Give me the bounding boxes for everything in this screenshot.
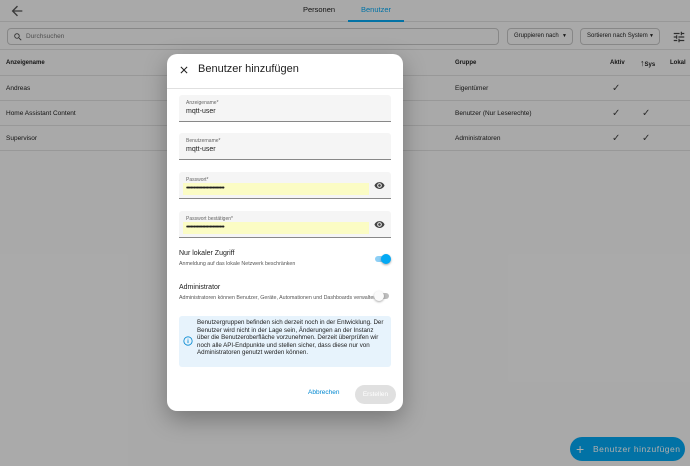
- info-alert: Benutzergruppen befinden sich derzeit no…: [179, 316, 391, 367]
- create-button[interactable]: Erstellen: [355, 385, 396, 404]
- eye-icon[interactable]: [374, 219, 385, 230]
- toggle-knob: [374, 291, 384, 301]
- eye-icon[interactable]: [374, 180, 385, 191]
- add-user-dialog: Benutzer hinzufügen Anzeigename* mqtt-us…: [167, 54, 403, 411]
- dialog-divider: [167, 88, 403, 89]
- username-value: mqtt-user: [186, 146, 216, 153]
- password-field[interactable]: Passwort* ••••••••••••••••••••••••••: [179, 172, 391, 199]
- display-name-value: mqtt-user: [186, 108, 216, 115]
- administrator-subtitle: Administratoren können Benutzer, Geräte,…: [179, 295, 378, 301]
- confirm-password-field[interactable]: Passwort bestätigen* •••••••••••••••••••…: [179, 211, 391, 238]
- display-name-label: Anzeigename*: [186, 100, 219, 106]
- info-icon: [183, 336, 193, 346]
- display-name-field[interactable]: Anzeigename* mqtt-user: [179, 95, 391, 122]
- username-label: Benutzername*: [186, 138, 221, 144]
- cancel-button[interactable]: Abbrechen: [308, 389, 339, 396]
- password-value: ••••••••••••••••••••••••••: [186, 185, 225, 192]
- confirm-password-label: Passwort bestätigen*: [186, 216, 233, 222]
- close-icon[interactable]: [178, 64, 190, 76]
- password-label: Passwort*: [186, 177, 209, 183]
- local-access-title: Nur lokaler Zugriff: [179, 250, 235, 257]
- alert-text: Benutzergruppen befinden sich derzeit no…: [197, 319, 384, 356]
- confirm-password-value: ••••••••••••••••••••••••••: [186, 224, 225, 231]
- local-access-toggle[interactable]: [374, 254, 391, 264]
- local-access-subtitle: Anmeldung auf das lokale Netzwerk beschr…: [179, 261, 296, 267]
- administrator-toggle[interactable]: [374, 291, 391, 301]
- toggle-knob: [381, 254, 391, 264]
- dialog-title: Benutzer hinzufügen: [198, 63, 299, 75]
- administrator-title: Administrator: [179, 284, 221, 291]
- username-field[interactable]: Benutzername* mqtt-user: [179, 133, 391, 160]
